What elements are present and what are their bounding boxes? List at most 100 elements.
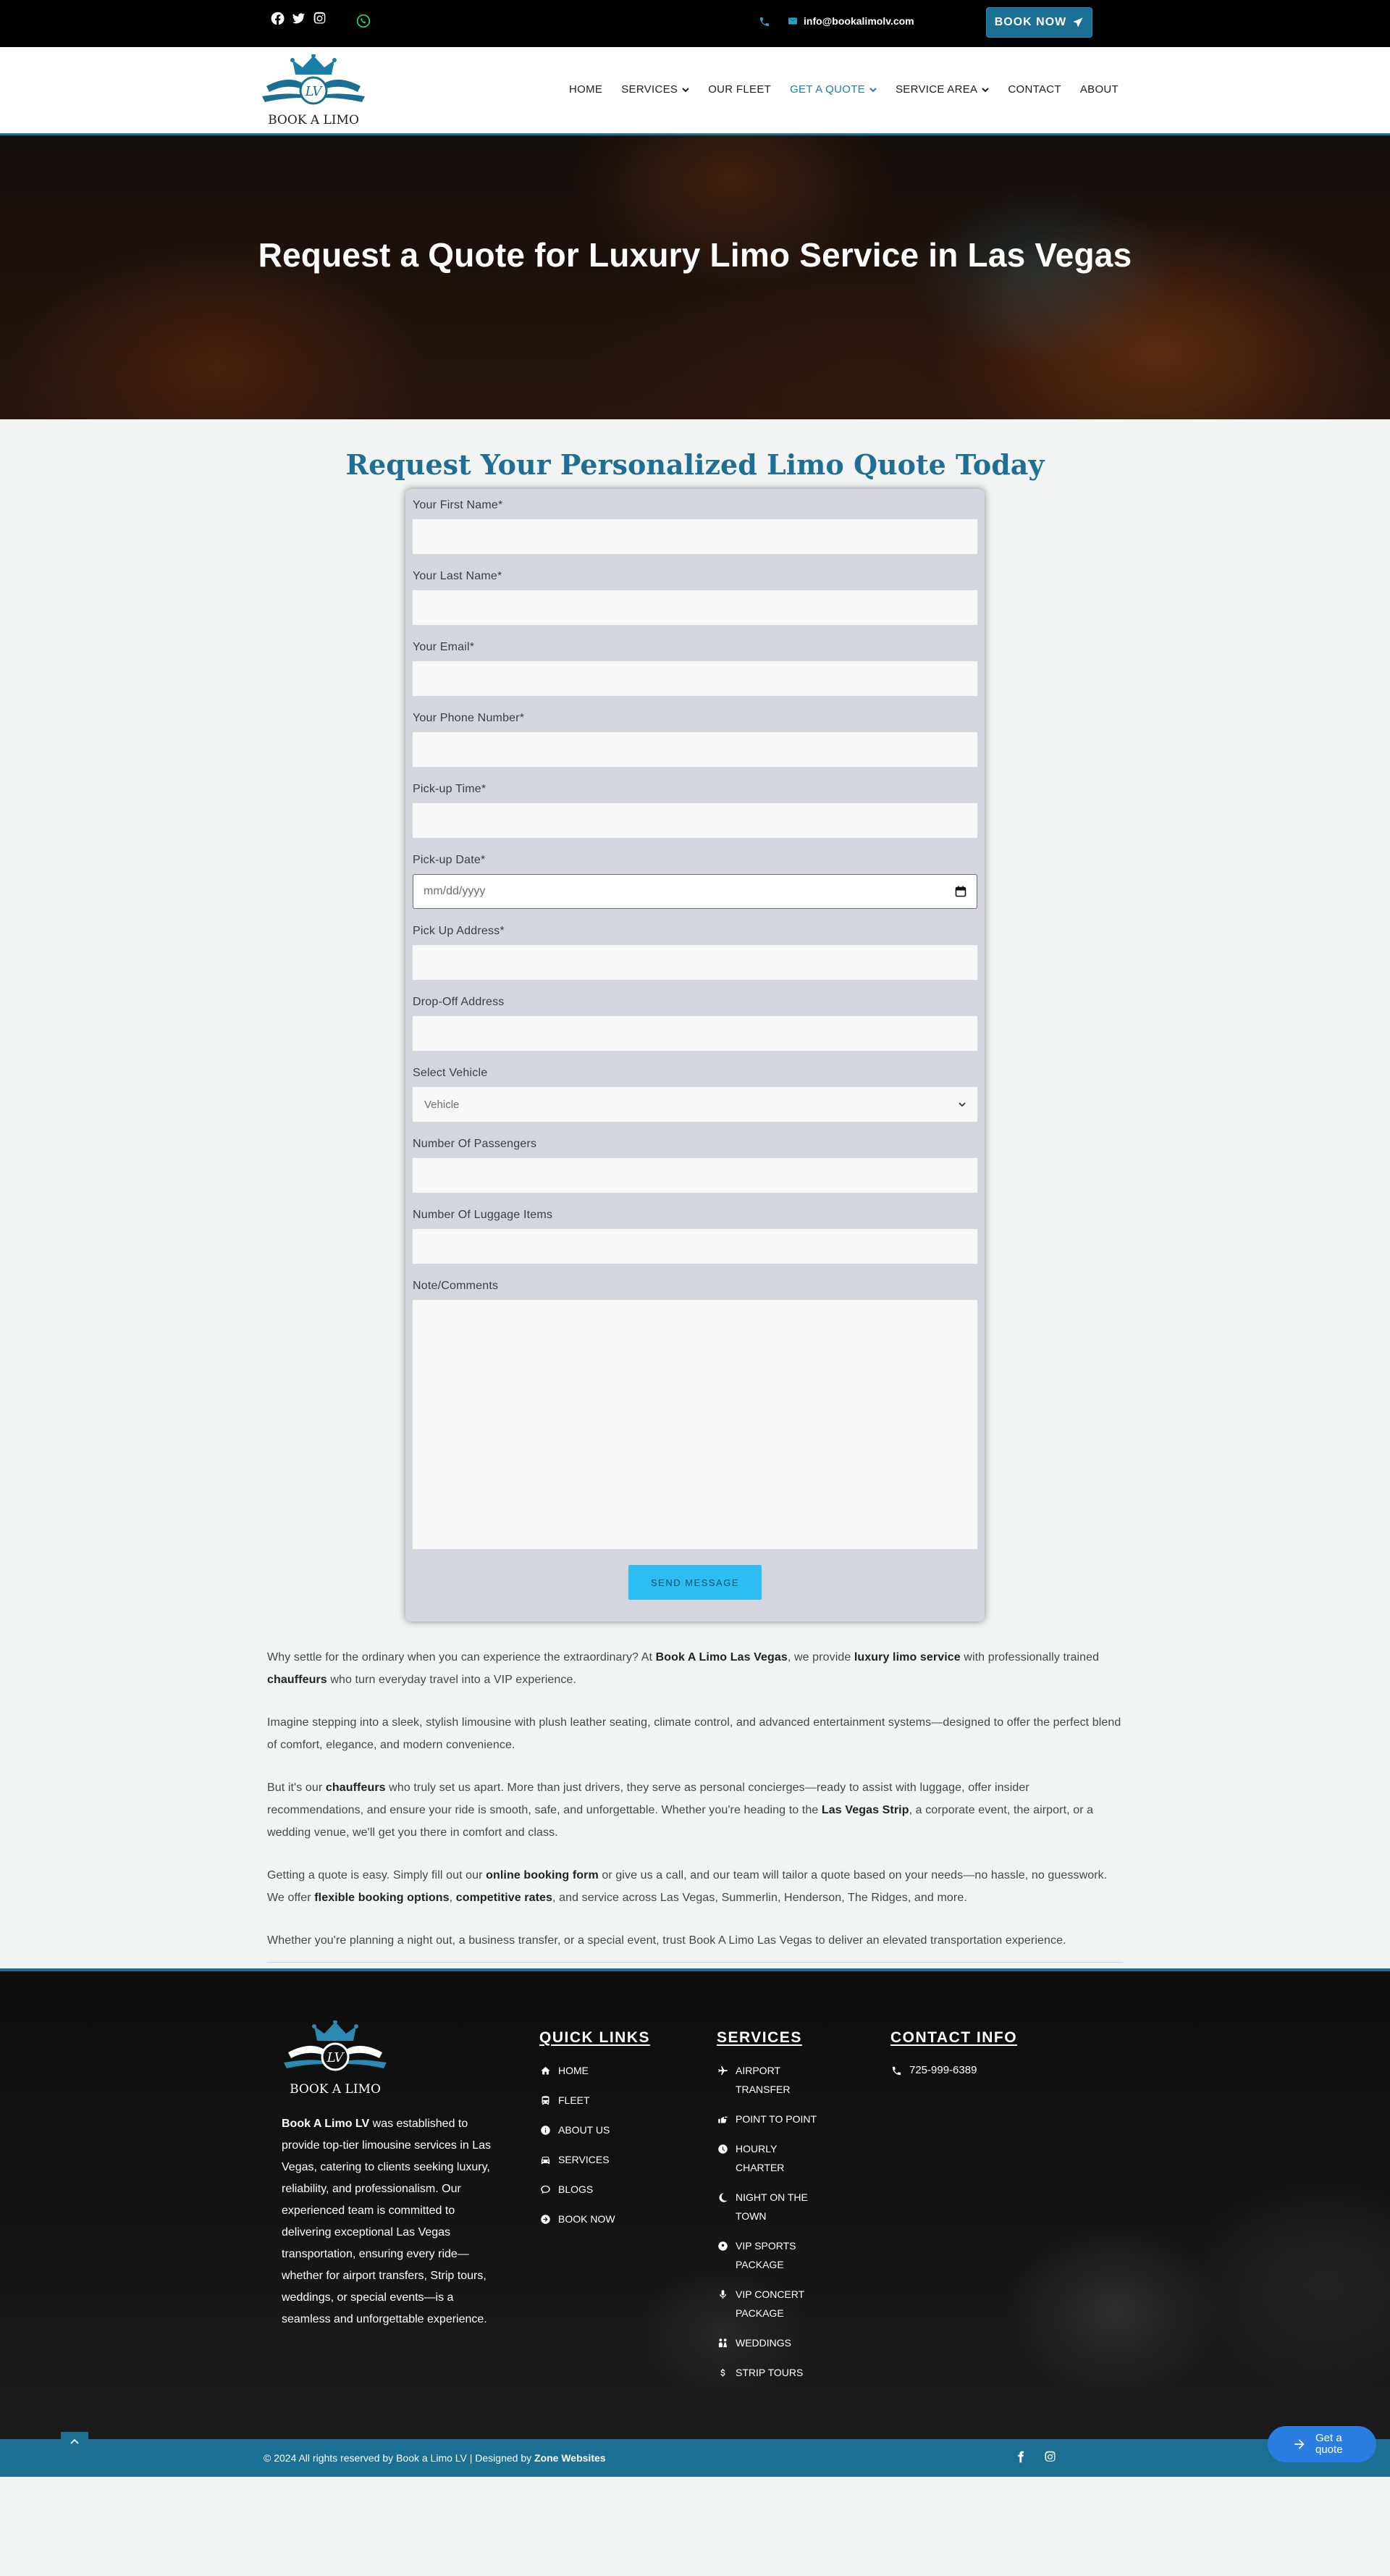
phone-icon[interactable] — [759, 16, 770, 31]
instagram-icon[interactable] — [313, 12, 327, 29]
notes-textarea[interactable] — [413, 1300, 977, 1549]
luggage-label: Number Of Luggage Items — [413, 1209, 553, 1221]
service-vip-sports-package[interactable]: VIP SPORTS PACKAGE — [717, 2236, 819, 2274]
quick-links-column: QUICK LINKS HOME FLEET ABOUT US SERVICES… — [539, 2029, 650, 2239]
nav-get-a-quote[interactable]: GET A QUOTE — [790, 83, 877, 96]
twitter-icon[interactable] — [292, 12, 306, 29]
email-label: Your Email* — [413, 641, 475, 653]
nav-fleet-label: OUR FLEET — [708, 83, 772, 96]
quick-link-services[interactable]: SERVICES — [539, 2150, 650, 2169]
contact-phone[interactable]: 725-999-6389 — [890, 2061, 1017, 2080]
service-airport-transfer[interactable]: AIRPORT TRANSFER — [717, 2061, 819, 2099]
quick-link-label: BLOGS — [558, 2183, 594, 2195]
instagram-icon[interactable] — [1044, 2451, 1056, 2467]
quick-link-label: ABOUT US — [558, 2124, 610, 2136]
footer-logo[interactable]: LV BOOK A LIMO — [281, 2021, 389, 2103]
logo[interactable]: LV BOOK A LIMO — [259, 54, 368, 130]
service-night-on-the-town[interactable]: NIGHT ON THE TOWN — [717, 2188, 819, 2225]
pickup-address-input[interactable] — [413, 945, 977, 980]
facebook-icon[interactable] — [271, 12, 285, 29]
service-weddings[interactable]: WEDDINGS — [717, 2333, 819, 2352]
divider — [267, 1962, 1123, 1963]
bold-text: competitive rates — [455, 1892, 553, 1904]
chevron-up-icon — [70, 2438, 79, 2444]
pickup-date-input[interactable]: mm/dd/yyyy — [413, 874, 977, 909]
email-input[interactable] — [413, 661, 977, 696]
passengers-field: Number Of Passengers — [413, 1138, 977, 1193]
luggage-input[interactable] — [413, 1229, 977, 1264]
service-label: WEDDINGS — [736, 2337, 791, 2349]
service-vip-concert-package[interactable]: VIP CONCERT PACKAGE — [717, 2285, 819, 2323]
copyright-text: © 2024 All rights reserved by Book a Lim… — [264, 2452, 606, 2464]
book-now-button[interactable]: BOOK NOW — [986, 7, 1092, 38]
luggage-field: Number Of Luggage Items — [413, 1209, 977, 1264]
dropoff-address-input[interactable] — [413, 1016, 977, 1051]
content-paragraph-5: Whether you're planning a night out, a b… — [267, 1934, 1066, 1947]
content-section: Why settle for the ordinary when you can… — [267, 1621, 1123, 1952]
quick-link-blogs[interactable]: BLOGS — [539, 2180, 650, 2199]
get-a-quote-button[interactable]: Get a quote — [1268, 2426, 1376, 2462]
site-footer: LV BOOK A LIMO Book A Limo LV was establ… — [0, 1968, 1390, 2439]
text: But it's our — [267, 1782, 326, 1794]
text: , and service across Las Vegas, Summerli… — [552, 1892, 967, 1904]
nav-services[interactable]: SERVICES — [621, 83, 689, 96]
logo-monogram: LV — [305, 84, 324, 99]
footer-about-text: was established to provide top-tier limo… — [282, 2118, 492, 2325]
facebook-icon[interactable] — [1015, 2451, 1027, 2467]
email-link[interactable]: info@bookalimolv.com — [788, 15, 914, 27]
date-placeholder: mm/dd/yyyy — [424, 885, 486, 897]
phone-label: Your Phone Number* — [413, 712, 525, 724]
clock-icon — [717, 2143, 728, 2155]
chevron-down-icon — [982, 87, 990, 92]
bold-text: Book A Limo Las Vegas — [655, 1651, 788, 1664]
bold-text: Las Vegas Strip — [821, 1804, 909, 1816]
football-icon — [717, 2240, 728, 2252]
phone-field: Your Phone Number* — [413, 712, 977, 767]
scroll-to-top-button[interactable] — [61, 2432, 88, 2452]
last-name-input[interactable] — [413, 590, 977, 625]
text: Getting a quote is easy. Simply fill out… — [267, 1869, 486, 1881]
comment-icon — [539, 2183, 551, 2195]
nav-contact[interactable]: CONTACT — [1008, 83, 1061, 96]
service-point-to-point[interactable]: POINT TO POINT — [717, 2110, 819, 2128]
pickup-date-label: Pick-up Date* — [413, 854, 486, 866]
pickup-time-input[interactable] — [413, 803, 977, 838]
nav-about[interactable]: ABOUT — [1080, 83, 1119, 96]
nav-quote-label: GET A QUOTE — [790, 83, 865, 96]
calendar-icon[interactable] — [955, 886, 966, 897]
send-message-button[interactable]: SEND MESSAGE — [628, 1565, 762, 1600]
service-label: STRIP TOURS — [736, 2367, 804, 2378]
logo-text: BOOK A LIMO — [268, 113, 359, 127]
microphone-icon — [717, 2288, 728, 2300]
first-name-input[interactable] — [413, 519, 977, 554]
content-paragraph-4: Getting a quote is easy. Simply fill out… — [267, 1864, 1123, 1909]
nav-home[interactable]: HOME — [569, 83, 602, 96]
social-links — [271, 12, 327, 29]
passengers-input[interactable] — [413, 1158, 977, 1193]
content-paragraph-3: But it's our chauffeurs who truly set us… — [267, 1776, 1123, 1844]
service-hourly-charter[interactable]: HOURLY CHARTER — [717, 2139, 819, 2177]
text: , — [449, 1892, 456, 1904]
quick-link-home[interactable]: HOME — [539, 2061, 650, 2080]
chevron-down-icon — [959, 1102, 966, 1107]
footer-logo-text: BOOK A LIMO — [290, 2082, 381, 2097]
nav-our-fleet[interactable]: OUR FLEET — [708, 83, 771, 96]
vehicle-select[interactable]: Vehicle — [413, 1087, 977, 1122]
service-strip-tours[interactable]: STRIP TOURS — [717, 2363, 819, 2382]
service-label: VIP SPORTS PACKAGE — [736, 2240, 796, 2270]
bottom-bar: © 2024 All rights reserved by Book a Lim… — [0, 2426, 1390, 2477]
passengers-label: Number Of Passengers — [413, 1138, 537, 1150]
whatsapp-icon[interactable] — [356, 14, 371, 32]
dropoff-address-label: Drop-Off Address — [413, 996, 505, 1008]
quick-link-about-us[interactable]: ABOUT US — [539, 2120, 650, 2139]
quick-link-label: BOOK NOW — [558, 2213, 615, 2225]
pickup-address-label: Pick Up Address* — [413, 925, 505, 937]
phone-input[interactable] — [413, 732, 977, 767]
nav-service-area[interactable]: SERVICE AREA — [896, 83, 990, 96]
quick-link-label: HOME — [558, 2065, 589, 2076]
quick-link-fleet[interactable]: FLEET — [539, 2091, 650, 2110]
quick-link-book-now[interactable]: BOOK NOW — [539, 2210, 650, 2228]
service-label: HOURLY CHARTER — [736, 2143, 785, 2173]
designer-link[interactable]: Zone Websites — [534, 2452, 606, 2464]
content-paragraph-2: Imagine stepping into a sleek, stylish l… — [267, 1716, 1121, 1751]
